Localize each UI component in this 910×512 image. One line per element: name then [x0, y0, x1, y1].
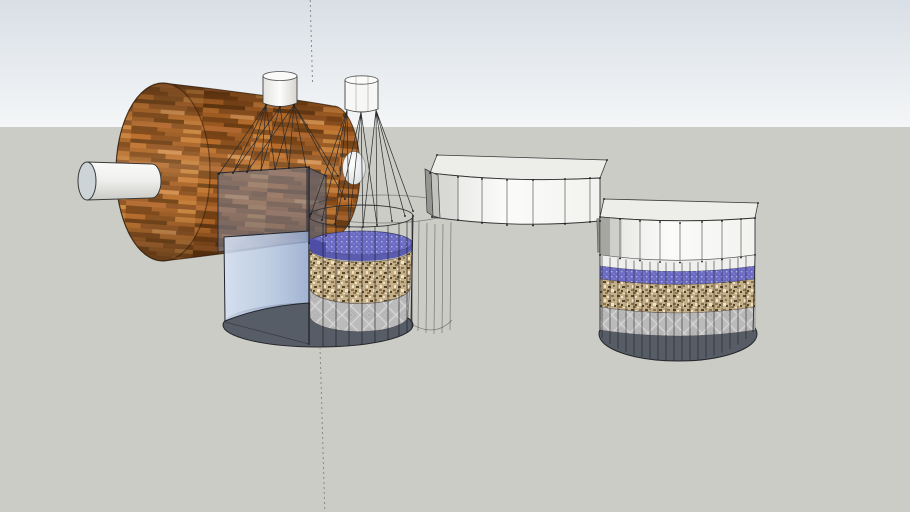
chimney-right-body	[344, 79, 379, 113]
right-tank-top-face	[599, 198, 759, 222]
right-filter-tank[interactable]	[598, 198, 759, 362]
inlet-pipe[interactable]	[77, 161, 162, 201]
chimney-right-top	[344, 75, 379, 85]
pipe-cap	[77, 161, 97, 201]
vent-chimney-right[interactable]	[344, 75, 379, 113]
right-tank-band-shade-deep	[600, 217, 610, 257]
viewport	[0, 0, 910, 512]
viewport-canvas[interactable]	[0, 0, 910, 512]
right-tank-band	[599, 216, 756, 261]
vent-chimney-left[interactable]	[262, 71, 298, 107]
chimney-left-top	[262, 71, 298, 81]
pipe-body	[86, 161, 162, 201]
